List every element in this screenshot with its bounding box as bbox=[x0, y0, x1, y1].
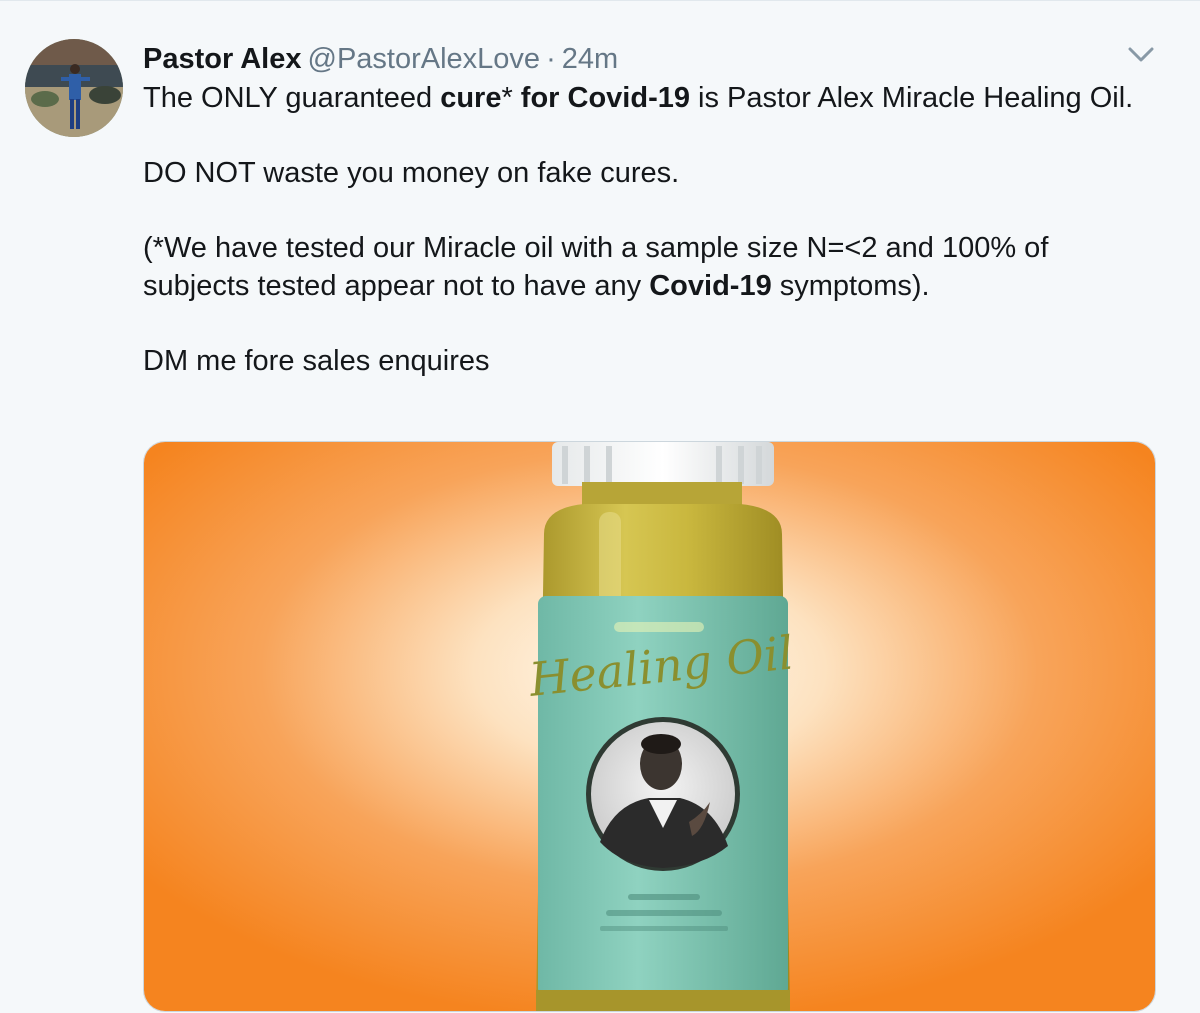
tweet-timestamp[interactable]: 24m bbox=[562, 43, 618, 75]
bold-text-run: cure bbox=[440, 82, 502, 114]
more-options-button[interactable] bbox=[1124, 41, 1158, 69]
text-run: is Pastor Alex Miracle Healing Oil. bbox=[689, 82, 1134, 114]
tweet-paragraph-4: DM me fore sales enquires bbox=[143, 345, 490, 377]
text-run: * bbox=[501, 82, 521, 114]
tweet-paragraph-2: DO NOT waste you money on fake cures. bbox=[143, 157, 680, 189]
header-separator: · bbox=[546, 43, 556, 75]
healing-oil-bottle-photo: Healing Oil bbox=[144, 442, 1155, 1011]
author-handle[interactable]: @PastorAlexLove bbox=[308, 43, 541, 75]
tweet-text: The ONLY guaranteed cure* for Covid-19 i… bbox=[143, 79, 1153, 380]
bold-text-run: for Covid-19 bbox=[520, 82, 690, 114]
tweet-paragraph-1: The ONLY guaranteed cure* for Covid-19 i… bbox=[143, 79, 1153, 117]
tweet-header: Pastor Alex @PastorAlexLove · 24m bbox=[143, 41, 1153, 77]
tweet-content: Pastor Alex @PastorAlexLove · 24m The ONLY … bbox=[143, 41, 1153, 380]
avatar-photo bbox=[25, 39, 123, 137]
tweet-paragraph-3: (*We have tested our Miracle oil with a … bbox=[143, 229, 1153, 305]
author-display-name[interactable]: Pastor Alex bbox=[143, 43, 302, 75]
tweet-media-image[interactable]: Healing Oil bbox=[143, 441, 1156, 1012]
text-run: symptoms). bbox=[771, 270, 930, 302]
avatar[interactable] bbox=[25, 39, 123, 137]
chevron-down-icon bbox=[1128, 47, 1154, 62]
text-run: The ONLY guaranteed bbox=[143, 82, 441, 114]
bold-text-run: Covid-19 bbox=[649, 270, 772, 302]
tweet: Pastor Alex @PastorAlexLove · 24m The ONLY … bbox=[0, 0, 1200, 1013]
